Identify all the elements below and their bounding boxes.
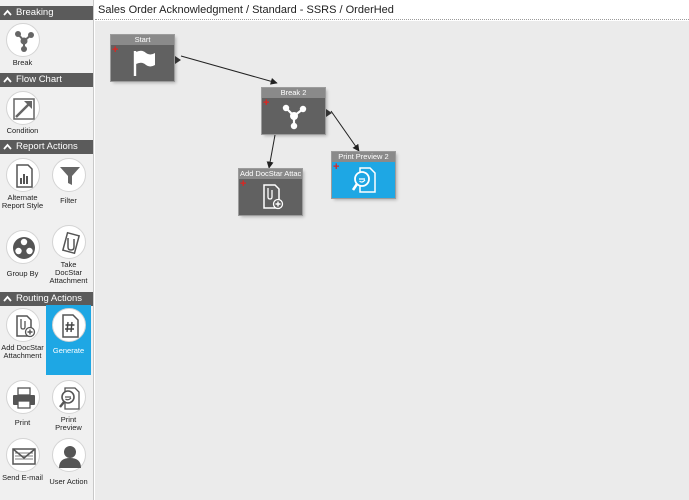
add-branch-icon[interactable]: + [333, 162, 339, 173]
tool-take-docstar-attachment[interactable]: Take DocStar Attachment [46, 222, 91, 292]
section-title: Flow Chart [16, 74, 62, 85]
tool-alternate-report-style[interactable]: Alternate Report Style [0, 155, 45, 227]
add-attachment-icon [15, 315, 35, 338]
workflow-canvas[interactable]: Start + Break 2 + Add DocStar Attac + Pr… [95, 21, 689, 500]
section-title: Routing Actions [16, 293, 83, 304]
output-port[interactable] [175, 56, 181, 64]
chevron-up-icon [3, 143, 12, 150]
toolbox-sidebar: Breaking Break Flow Chart Condition Repo… [0, 0, 94, 500]
tool-label: Filter [60, 196, 77, 205]
tool-label: Break [12, 58, 33, 67]
tool-label: Take DocStar Attachment [49, 260, 88, 285]
section-header-flow-chart[interactable]: Flow Chart [0, 73, 93, 87]
connector-layer [180, 55, 360, 169]
printer-icon [12, 387, 35, 409]
breadcrumb: Sales Order Acknowledgment / Standard - … [98, 4, 394, 16]
breadcrumb-bar: Sales Order Acknowledgment / Standard - … [95, 0, 689, 20]
tool-icon-circle [5, 158, 40, 192]
tool-icon-circle [5, 91, 40, 125]
tool-label: Print [14, 418, 31, 427]
print-preview-icon [58, 387, 80, 410]
tool-label: Print Preview [55, 415, 82, 432]
generate-icon [61, 314, 79, 338]
tool-generate[interactable]: Generate [46, 305, 91, 375]
tool-label: Alternate Report Style [1, 193, 44, 210]
tool-icon-circle [51, 225, 86, 259]
tool-filter[interactable]: Filter [46, 155, 91, 227]
tool-label: Send E-mail [2, 473, 43, 482]
group-by-icon [12, 237, 35, 259]
tool-icon-circle [5, 308, 40, 342]
section-header-routing-actions[interactable]: Routing Actions [0, 292, 93, 306]
add-attachment-icon [263, 184, 284, 210]
tool-send-email[interactable]: Send E-mail [0, 435, 45, 495]
tool-user-action[interactable]: User Action [46, 435, 91, 495]
workflow-node-start[interactable]: Start + [111, 35, 181, 81]
node-title: Start [111, 35, 174, 45]
tool-label: Add DocStar Attachment [1, 343, 44, 360]
connector-start-to-break[interactable] [180, 55, 278, 85]
tool-break[interactable]: Break [0, 20, 45, 70]
node-title: Print Preview 2 [332, 152, 395, 162]
section-header-report-actions[interactable]: Report Actions [0, 140, 93, 154]
break-icon [282, 104, 307, 130]
filter-icon [59, 167, 80, 185]
tool-icon-circle [51, 438, 86, 472]
tool-group-by[interactable]: Group By [0, 227, 45, 289]
flag-icon [133, 50, 155, 76]
tool-print[interactable]: Print [0, 377, 45, 433]
tool-add-docstar-attachment[interactable]: Add DocStar Attachment [0, 305, 45, 375]
section-title: Breaking [16, 7, 54, 18]
add-branch-icon[interactable]: + [263, 98, 269, 109]
workflow-node-print-preview[interactable]: Print Preview 2 + [332, 152, 395, 198]
tool-icon-circle [5, 438, 40, 472]
chevron-up-icon [3, 295, 12, 302]
tool-icon-circle [51, 158, 86, 192]
tool-icon-circle [5, 23, 40, 57]
condition-icon [12, 98, 35, 120]
tool-icon-circle [51, 380, 86, 414]
tool-label: Condition [6, 126, 39, 135]
node-title: Add DocStar Attac [239, 169, 302, 179]
workflow-node-add-docstar-attachment[interactable]: Add DocStar Attac + [239, 169, 302, 215]
tool-icon-circle [5, 380, 40, 414]
take-attachment-icon [61, 231, 80, 255]
print-preview-icon [351, 167, 376, 193]
tool-icon-circle [5, 230, 40, 264]
email-icon [11, 448, 36, 465]
section-header-breaking[interactable]: Breaking [0, 6, 93, 20]
connector-break-to-print-preview[interactable] [330, 110, 360, 152]
tool-label: Generate [52, 346, 85, 355]
tool-label: Group By [6, 269, 39, 278]
add-branch-icon[interactable]: + [112, 45, 118, 56]
node-title: Break 2 [262, 88, 325, 98]
section-title: Report Actions [16, 141, 78, 152]
user-icon [58, 446, 81, 468]
break-icon [14, 31, 34, 52]
chevron-up-icon [3, 9, 12, 16]
add-branch-icon[interactable]: + [240, 179, 246, 190]
tool-condition[interactable]: Condition [0, 88, 45, 138]
chevron-up-icon [3, 76, 12, 83]
tool-print-preview[interactable]: Print Preview [46, 377, 91, 433]
workflow-node-break[interactable]: Break 2 + [262, 88, 332, 134]
connector-break-to-attachment[interactable] [266, 134, 276, 169]
report-style-icon [15, 164, 33, 188]
tool-icon-circle [51, 308, 86, 342]
output-port[interactable] [326, 109, 332, 117]
tool-label: User Action [49, 477, 88, 486]
